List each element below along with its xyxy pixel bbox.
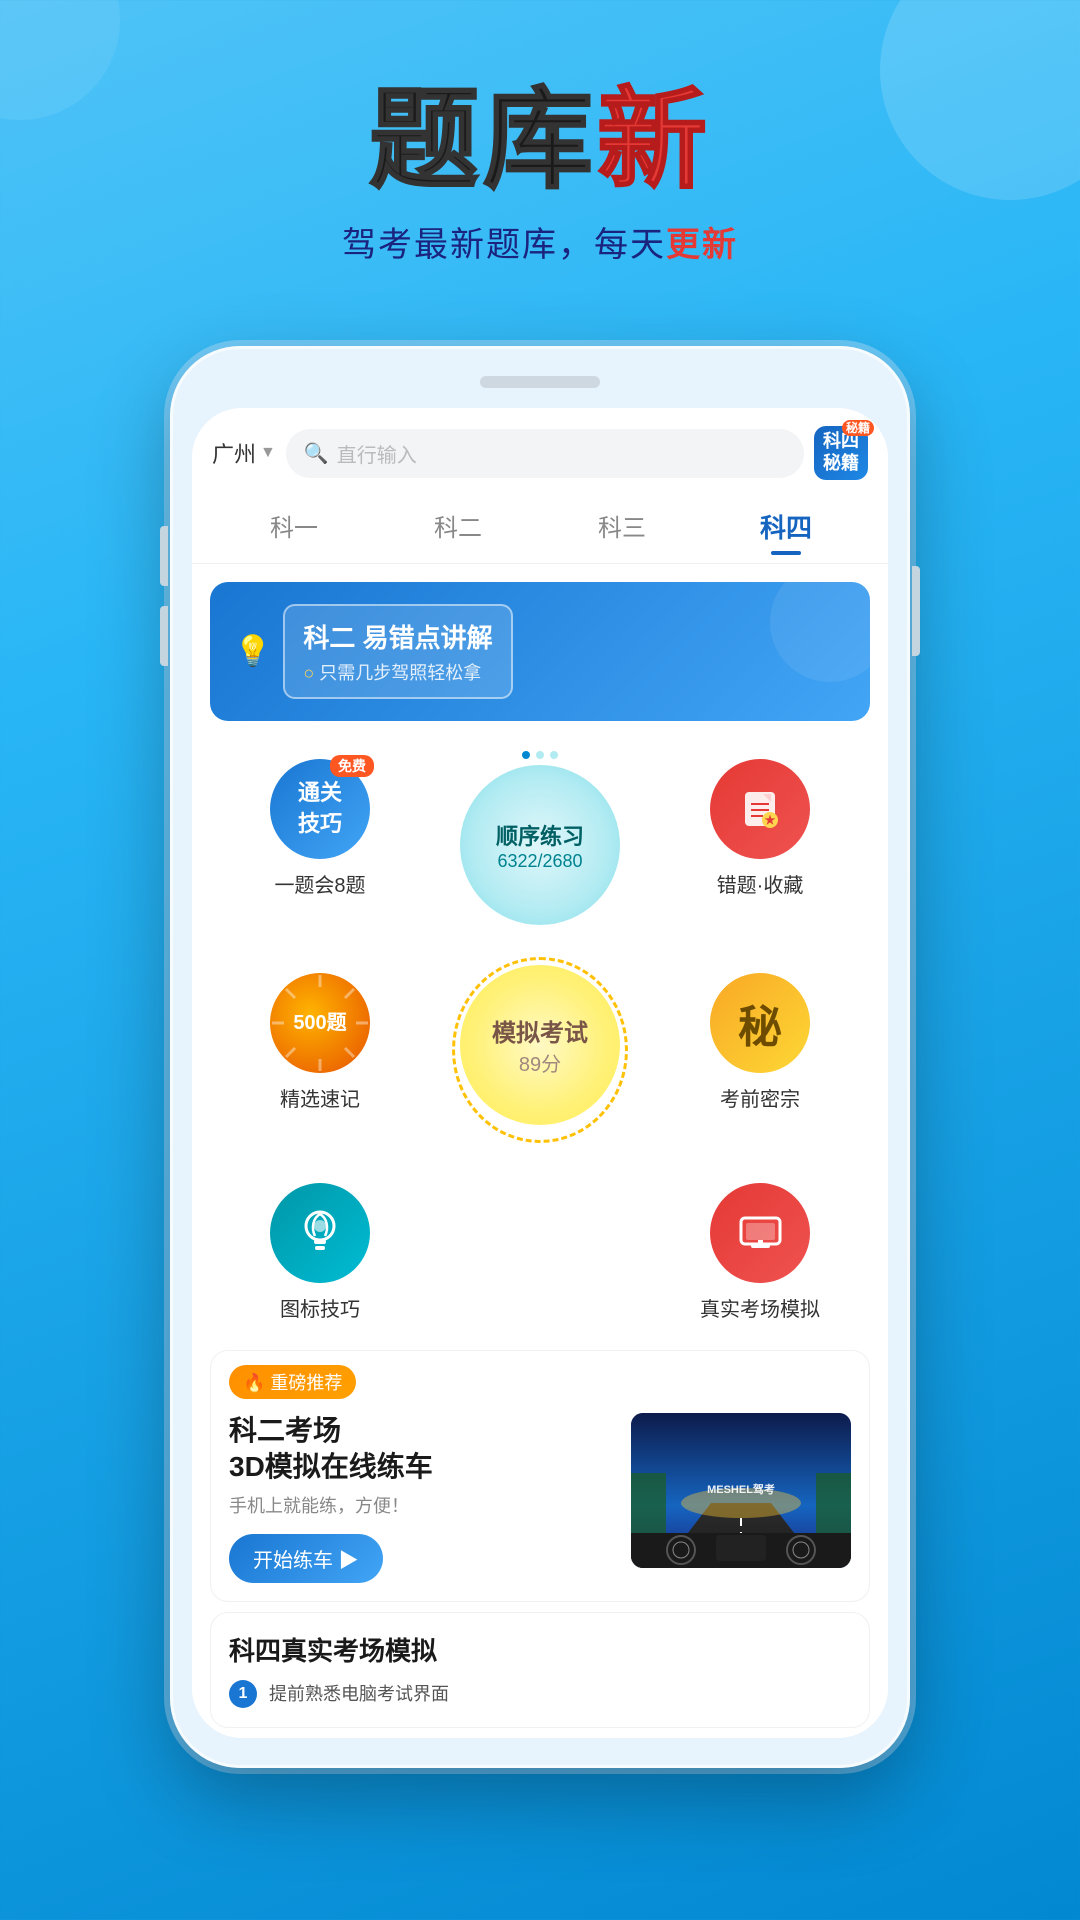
- tips-label: 图标技巧: [280, 1293, 360, 1322]
- speed-label: 精选速记: [280, 1083, 360, 1112]
- hero-title: 题库新: [40, 80, 1040, 201]
- tabs-bar: 科一 科二 科三 科四: [192, 490, 888, 564]
- hero-title-black: 题库: [369, 79, 597, 202]
- recommend-start-button[interactable]: 开始练车 ▶: [229, 1534, 383, 1583]
- real-svg: [733, 1206, 788, 1261]
- recommend-subtitle: 手机上就能练，方便！: [229, 1492, 611, 1518]
- feature-wrong[interactable]: ★ 错题·收藏: [650, 741, 870, 945]
- free-badge: 免费: [330, 755, 374, 777]
- tab-ke4[interactable]: 科四: [704, 500, 868, 553]
- city-name: 广州: [212, 437, 256, 469]
- trick-title-line2: 技巧: [298, 809, 342, 840]
- hero-subtitle-highlight: 更新: [666, 226, 738, 264]
- wrong-svg-icon: ★: [735, 784, 785, 834]
- phone-wrapper: 广州 ▼ 🔍 直行输入 科四 秘籍 秘籍 科一 科: [0, 346, 1080, 1768]
- search-input-wrap[interactable]: 🔍 直行输入: [286, 429, 804, 478]
- secret-label: 考前密宗: [720, 1083, 800, 1112]
- dot-1: [522, 751, 530, 759]
- sequential-content: 顺序练习 6322/2680: [496, 819, 584, 872]
- recommend-title: 科二考场 3D模拟在线练车: [229, 1413, 611, 1486]
- mock-score: 89分: [519, 1048, 561, 1077]
- phone-button-left1: [160, 526, 168, 586]
- section2-num1: 1: [229, 1680, 257, 1708]
- feature-speed[interactable]: 500题 精选速记: [210, 955, 430, 1155]
- section2-item1: 1 提前熟悉电脑考试界面: [229, 1680, 851, 1709]
- car-dashboard-svg: MESHEL驾考: [631, 1413, 851, 1568]
- real-label: 真实考场模拟: [700, 1293, 820, 1322]
- section2-title: 科四真实考场模拟: [229, 1631, 851, 1668]
- trick-label: 一题会8题: [274, 869, 365, 898]
- recommend-text: 科二考场 3D模拟在线练车 手机上就能练，方便！ 开始练车 ▶: [229, 1413, 611, 1583]
- tab-ke2[interactable]: 科二: [376, 500, 540, 553]
- sequential-circle: 顺序练习 6322/2680: [460, 765, 620, 925]
- banner-content: 科二 易错点讲解 ○ 只需几步驾照轻松拿: [283, 604, 512, 699]
- tips-icon: [270, 1183, 370, 1283]
- phone-speaker: [480, 376, 600, 388]
- mock-title: 模拟考试: [492, 1013, 588, 1048]
- feature-grid-row2: 500题 精选速记 模拟考试 89分: [192, 945, 888, 1155]
- feature-mock[interactable]: 模拟考试 89分: [430, 955, 650, 1155]
- city-selector[interactable]: 广州 ▼: [212, 437, 276, 469]
- secret-badge-tag: 秘籍: [842, 420, 874, 436]
- search-bar: 广州 ▼ 🔍 直行输入 科四 秘籍 秘籍: [192, 408, 888, 490]
- wrong-icon: ★: [710, 759, 810, 859]
- feature-tips[interactable]: 图标技巧: [210, 1165, 430, 1340]
- hero-section: 题库新 驾考最新题库，每天更新: [0, 0, 1080, 306]
- sequential-title: 顺序练习: [496, 819, 584, 851]
- banner-bullet: ○: [303, 663, 319, 683]
- phone-frame: 广州 ▼ 🔍 直行输入 科四 秘籍 秘籍 科一 科: [170, 346, 910, 1768]
- tips-svg: [293, 1206, 348, 1261]
- wrong-label: 错题·收藏: [717, 869, 804, 898]
- search-placeholder: 直行输入: [337, 439, 417, 468]
- dot-indicator: [522, 751, 558, 759]
- secret-icon: 秘: [710, 973, 810, 1073]
- dot-2: [536, 751, 544, 759]
- banner-subtitle: ○ 只需几步驾照轻松拿: [303, 659, 492, 685]
- mock-label-slot: [430, 1165, 650, 1340]
- feature-secret[interactable]: 秘 考前密宗: [650, 955, 870, 1155]
- feature-grid-row3: 图标技巧: [192, 1155, 888, 1340]
- recommend-header: 🔥 重磅推荐: [211, 1351, 869, 1413]
- speed-badge-text: 500题: [293, 1011, 346, 1035]
- tab-ke3[interactable]: 科三: [540, 500, 704, 553]
- real-icon: [710, 1183, 810, 1283]
- secret-badge-line2: 秘籍: [823, 453, 859, 475]
- phone-screen: 广州 ▼ 🔍 直行输入 科四 秘籍 秘籍 科一 科: [192, 408, 888, 1738]
- tab-ke1[interactable]: 科一: [212, 500, 376, 553]
- city-dropdown-arrow: ▼: [260, 444, 276, 462]
- sequential-progress: 6322/2680: [496, 851, 584, 872]
- secret-badge-button[interactable]: 科四 秘籍 秘籍: [814, 426, 868, 480]
- svg-text:MESHEL驾考: MESHEL驾考: [707, 1482, 775, 1496]
- recommend-tag: 🔥 重磅推荐: [229, 1365, 356, 1399]
- recommend-body: 科二考场 3D模拟在线练车 手机上就能练，方便！ 开始练车 ▶: [211, 1413, 869, 1601]
- recommend-image: MESHEL驾考: [631, 1413, 851, 1568]
- feature-trick[interactable]: 免费 通关 技巧 一题会8题: [210, 741, 430, 945]
- trick-icon: 免费 通关 技巧: [270, 759, 370, 859]
- section2-card: 科四真实考场模拟 1 提前熟悉电脑考试界面: [210, 1612, 870, 1728]
- hero-subtitle: 驾考最新题库，每天更新: [40, 217, 1040, 266]
- banner-bulb-icon: 💡: [234, 634, 271, 669]
- hero-title-red: 新: [597, 79, 711, 202]
- banner[interactable]: 💡 科二 易错点讲解 ○ 只需几步驾照轻松拿: [210, 582, 870, 721]
- search-icon: 🔍: [304, 441, 329, 466]
- secret-char: 秘: [738, 991, 782, 1055]
- feature-sequential[interactable]: 顺序练习 6322/2680: [430, 741, 650, 945]
- phone-button-left2: [160, 606, 168, 666]
- feature-grid-row1: 免费 通关 技巧 一题会8题: [192, 731, 888, 945]
- speed-icon: 500题: [270, 973, 370, 1073]
- svg-text:★: ★: [765, 813, 776, 827]
- phone-button-right: [912, 566, 920, 656]
- mock-circle: 模拟考试 89分: [460, 965, 620, 1125]
- dot-3: [550, 751, 558, 759]
- trick-title-line1: 通关: [298, 778, 342, 809]
- banner-title: 科二 易错点讲解: [303, 618, 492, 655]
- feature-real[interactable]: 真实考场模拟: [650, 1165, 870, 1340]
- recommend-card: 🔥 重磅推荐 科二考场 3D模拟在线练车 手机上就能练，方便！ 开始练车 ▶: [210, 1350, 870, 1602]
